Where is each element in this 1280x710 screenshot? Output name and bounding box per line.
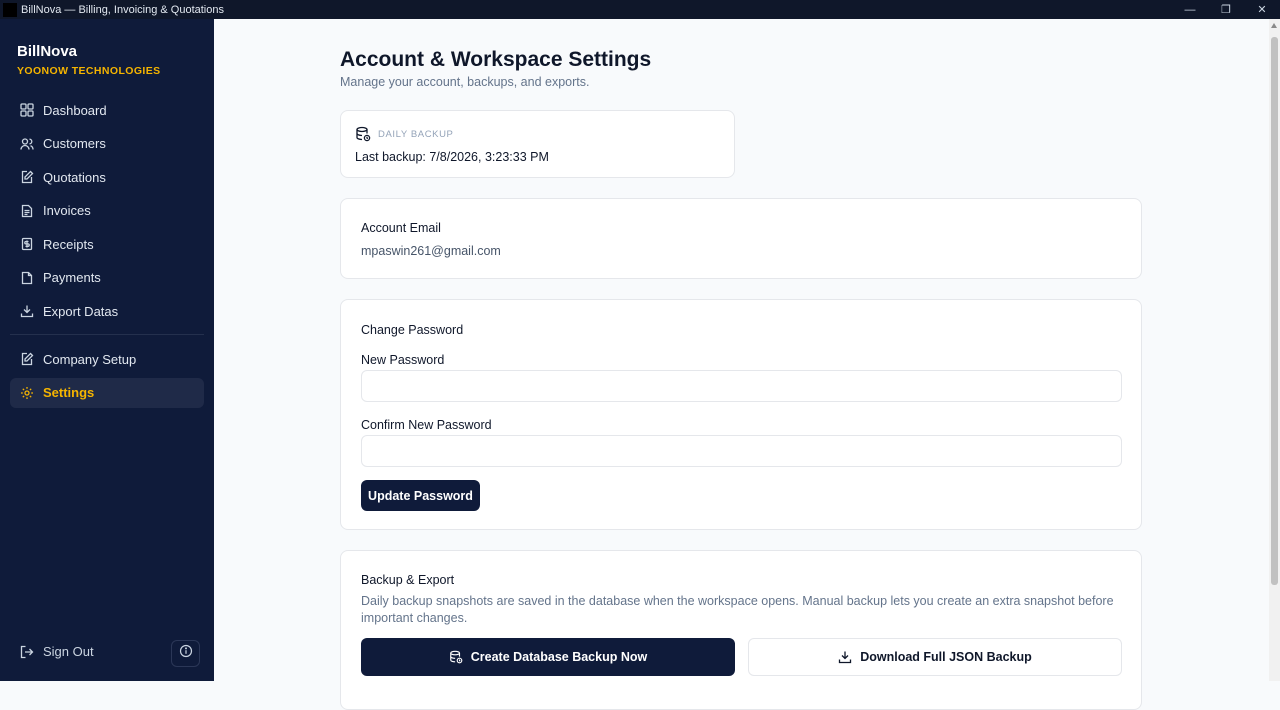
sidebar-item-customers[interactable]: Customers [10,129,204,159]
sidebar-item-label: Invoices [43,203,91,218]
sidebar-item-receipts[interactable]: Receipts [10,229,204,259]
invoices-icon [20,204,34,218]
dashboard-icon [20,103,34,117]
brand-subtitle: YOONOW TECHNOLOGIES [17,65,161,77]
main-content: Account & Workspace Settings Manage your… [214,19,1269,710]
sidebar-item-settings[interactable]: Settings [10,377,204,408]
info-icon [179,644,193,663]
daily-backup-card: Daily Backup Last backup: 7/8/2026, 3:23… [340,110,735,178]
sidebar-item-label: Customers [43,136,106,151]
database-icon [355,126,371,142]
main-scrollbar[interactable] [1269,19,1280,681]
page-title: Account & Workspace Settings [340,48,652,71]
info-button[interactable] [171,640,200,667]
receipts-icon [20,237,34,251]
brand-name: BillNova [17,43,78,60]
sign-out-icon [20,645,34,659]
window-title: BillNova — Billing, Invoicing & Quotatio… [21,3,224,16]
sign-out-label: Sign Out [43,644,94,659]
sidebar-item-label: Dashboard [43,102,107,118]
window-titlebar: BillNova — Billing, Invoicing & Quotatio… [0,0,1280,19]
update-password-button[interactable]: Update Password [361,480,480,511]
change-password-heading: Change Password [361,323,464,337]
sidebar: BillNova YOONOW TECHNOLOGIES Dashboard C… [0,19,214,681]
download-icon [20,304,34,318]
minimize-button[interactable]: — [1172,4,1208,16]
scrollbar-thumb[interactable] [1271,37,1278,585]
sidebar-item-invoices[interactable]: Invoices [10,196,204,226]
account-email-heading: Account Email [361,221,441,235]
nav-divider [10,334,204,335]
download-icon [838,650,852,664]
sidebar-item-label: Company Setup [43,351,137,367]
quotations-icon [20,170,34,184]
restore-button[interactable]: ❐ [1208,3,1244,16]
page-subtitle: Manage your account, backups, and export… [340,75,590,89]
sidebar-item-label: Receipts [43,236,94,252]
sidebar-item-label: Export Datas [43,303,119,319]
sidebar-item-quotations[interactable]: Quotations [10,162,204,192]
sidebar-item-company-setup[interactable]: Company Setup [10,344,204,374]
account-email-card: Account Email mpaswin261@gmail.com [340,198,1142,279]
sidebar-item-label: Payments [43,270,101,285]
scroll-up-arrow[interactable] [1271,23,1277,28]
app-icon [3,2,17,17]
download-json-label: Download Full JSON Backup [860,650,1032,664]
backup-export-description: Daily backup snapshots are saved in the … [361,594,1114,625]
create-backup-label: Create Database Backup Now [470,650,648,664]
create-backup-button[interactable]: Create Database Backup Now [361,638,735,676]
company-icon [20,352,34,366]
last-backup-text: Last backup: 7/8/2026, 3:23:33 PM [355,150,549,164]
sign-out-button[interactable]: Sign Out [20,644,94,659]
change-password-card: Change Password New Password Confirm New… [340,299,1142,530]
new-password-input[interactable] [361,370,1122,402]
sidebar-item-dashboard[interactable]: Dashboard [10,95,204,125]
sidebar-item-label: Settings [43,385,95,400]
sidebar-nav: Dashboard Customers Quotations Invoices … [10,95,204,411]
payments-icon [20,271,34,285]
download-json-button[interactable]: Download Full JSON Backup [748,638,1122,676]
brand: BillNova YOONOW TECHNOLOGIES [17,43,161,77]
new-password-label: New Password [361,353,445,367]
close-button[interactable]: ✕ [1244,3,1280,16]
sidebar-item-export-datas[interactable]: Export Datas [10,296,204,326]
daily-backup-label: Daily Backup [355,126,454,142]
account-email-value: mpaswin261@gmail.com [361,244,501,258]
database-icon [449,650,463,664]
confirm-password-label: Confirm New Password [361,418,492,432]
gear-icon [20,386,34,400]
daily-backup-label-text: Daily Backup [378,128,454,140]
sidebar-item-label: Quotations [43,169,106,185]
backup-export-card: Backup & Export Daily backup snapshots a… [340,550,1142,710]
sidebar-item-payments[interactable]: Payments [10,263,204,293]
customers-icon [20,137,34,151]
confirm-password-input[interactable] [361,435,1122,467]
backup-export-heading: Backup & Export [361,573,455,587]
